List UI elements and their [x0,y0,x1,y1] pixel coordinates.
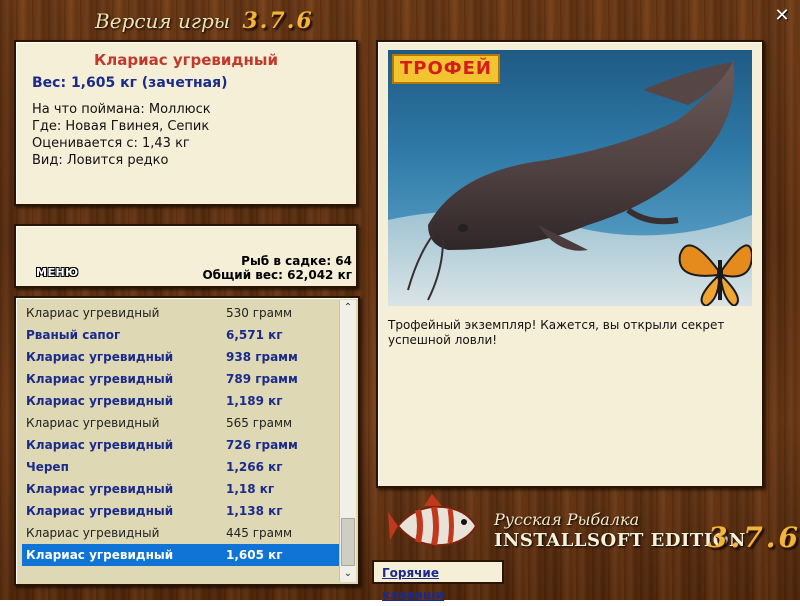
catch-weight: 1,266 кг [226,460,283,474]
fish-info-panel: Клариас угревидный Вес: 1,605 кг (зачетн… [14,40,358,206]
close-icon[interactable]: ✕ [772,6,792,26]
detail-rarity: Вид: Ловится редко [32,153,169,168]
window-title: Версия игры 3.7.6 [95,8,314,34]
window-version: 3.7.6 [242,8,314,34]
catch-weight: 1,18 кг [226,482,275,496]
detail-threshold: Оценивается с: 1,43 кг [32,136,190,151]
hotkeys-button[interactable]: Горячие клавиши [372,560,504,602]
catch-weight: 938 грамм [226,350,298,364]
scroll-thumb[interactable] [341,518,355,566]
catch-name: Клариас угревидный [26,372,174,386]
trophy-message: Трофейный экземпляр! Кажется, вы открыли… [388,318,725,347]
catch-name: Клариас угревидный [26,416,160,430]
list-item[interactable]: Рваный сапог 6,571 кг [22,324,340,346]
catfish-image [388,60,752,306]
list-item[interactable]: Клариас угревидный 530 грамм [22,302,340,324]
list-item[interactable]: Череп 1,266 кг [22,456,340,478]
catch-weight: 789 грамм [226,372,298,386]
list-item[interactable]: Клариас угревидный 938 грамм [22,346,340,368]
scroll-up-icon[interactable]: ⌃ [340,300,356,316]
catch-weight: 1,138 кг [226,504,283,518]
catch-weight: 565 грамм [226,416,293,430]
list-item[interactable]: Клариас угревидный 1,18 кг [22,478,340,500]
catch-name: Клариас угревидный [26,394,174,408]
list-item[interactable]: Клариас угревидный 565 грамм [22,412,340,434]
fish-name: Клариас угревидный [94,51,278,69]
brand-title: Русская Рыбалка [494,510,640,529]
window-title-text: Версия игры [95,9,231,33]
catch-name: Клариас угревидный [26,504,174,518]
catch-list: Клариас угревидный 530 грамм Рваный сапог 6… [22,302,340,566]
trophy-badge: ТРОФЕЙ [392,54,500,84]
catch-name: Клариас угревидный [26,526,160,540]
menu-button[interactable]: МЕНЮ [36,266,79,279]
catch-name: Клариас угревидный [26,438,174,452]
list-item[interactable]: Клариас угревидный 445 грамм [22,522,340,544]
fish-weight: Вес: 1,605 кг (зачетная) [32,75,228,91]
fish-photo: ТРОФЕЙ [388,50,752,306]
total-weight: Общий вес: 62,042 кг [202,268,352,282]
catch-name: Клариас угревидный [26,306,160,320]
fish-logo-icon [388,494,478,547]
catch-weight: 530 грамм [226,306,293,320]
catch-name: Клариас угревидный [26,350,174,364]
catch-weight: 1,189 кг [226,394,283,408]
catch-name: Клариас угревидный [26,548,174,562]
scrollbar[interactable]: ⌃ ⌄ [339,300,356,582]
catch-weight: 6,571 кг [226,328,283,342]
catch-name: Рваный сапог [26,328,121,342]
detail-bait: На что поймана: Моллюск [32,102,211,117]
list-item[interactable]: Клариас угревидный 1,605 кг [22,544,340,566]
scroll-down-icon[interactable]: ⌄ [340,566,356,582]
trophy-panel: ТРОФЕЙ Трофейный экземпляр! Кажется, вы … [376,40,764,488]
fish-count: Рыб в садке: 64 [241,254,352,268]
brand-version: 3.7.6 [708,521,800,554]
catch-name: Череп [26,460,69,474]
catch-weight: 445 грамм [226,526,293,540]
list-item[interactable]: Клариас угревидный 1,189 кг [22,390,340,412]
catch-name: Клариас угревидный [26,482,174,496]
list-item[interactable]: Клариас угревидный 1,138 кг [22,500,340,522]
list-item[interactable]: Клариас угревидный 726 грамм [22,434,340,456]
catch-list-panel: Клариас угревидный 530 грамм Рваный сапог 6… [14,296,360,586]
keepnet-stats-panel: МЕНЮ Рыб в садке: 64 Общий вес: 62,042 к… [14,224,358,288]
list-item[interactable]: Клариас угревидный 789 грамм [22,368,340,390]
catch-weight: 726 грамм [226,438,298,452]
catch-weight: 1,605 кг [226,548,283,562]
detail-location: Где: Новая Гвинея, Сепик [32,119,210,134]
